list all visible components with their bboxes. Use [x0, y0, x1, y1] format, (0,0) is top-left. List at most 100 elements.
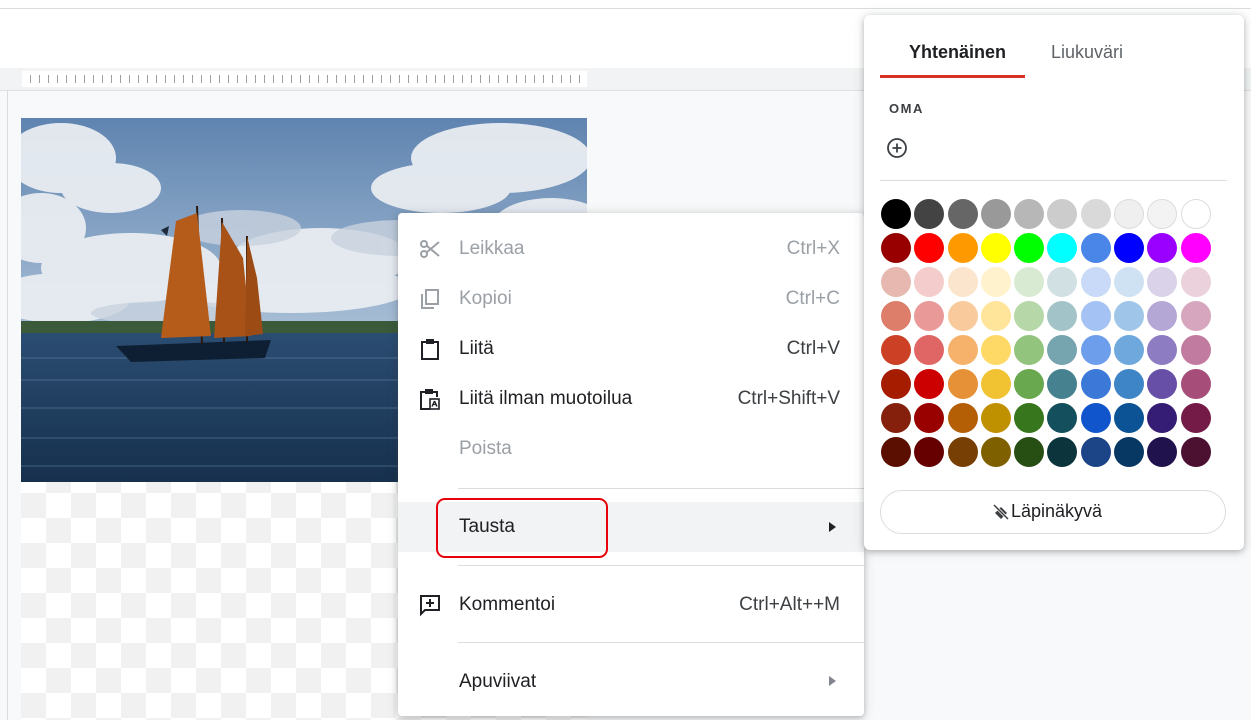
color-swatch[interactable]: [1080, 199, 1111, 229]
color-swatch[interactable]: [914, 233, 945, 263]
color-swatch[interactable]: [914, 301, 945, 331]
color-swatch[interactable]: [1080, 301, 1111, 331]
color-swatch[interactable]: [914, 403, 945, 433]
menu-item-comment[interactable]: Kommentoi Ctrl+Alt++M: [398, 585, 864, 625]
canvas-edge: [7, 91, 8, 720]
menu-item-shortcut: Ctrl+Shift+V: [737, 388, 840, 409]
color-swatch[interactable]: [881, 233, 911, 263]
color-swatch[interactable]: [1014, 199, 1045, 229]
color-swatch[interactable]: [1147, 369, 1178, 399]
color-swatch[interactable]: [1080, 403, 1111, 433]
color-swatch[interactable]: [881, 437, 911, 467]
color-swatch[interactable]: [1014, 233, 1045, 263]
color-swatch[interactable]: [1147, 301, 1178, 331]
color-swatch[interactable]: [1047, 437, 1078, 467]
color-swatch[interactable]: [1080, 369, 1111, 399]
color-swatch[interactable]: [1114, 233, 1145, 263]
color-swatch[interactable]: [1014, 403, 1045, 433]
color-swatch[interactable]: [881, 199, 911, 229]
color-swatch[interactable]: [1147, 233, 1178, 263]
menu-item-label: Poista: [459, 438, 512, 459]
color-swatch[interactable]: [1180, 369, 1211, 399]
color-swatch[interactable]: [980, 233, 1011, 263]
color-swatch[interactable]: [947, 199, 978, 229]
color-swatch[interactable]: [980, 437, 1011, 467]
swatch-row: [881, 233, 1214, 267]
color-swatch[interactable]: [1147, 403, 1178, 433]
color-swatch[interactable]: [881, 369, 911, 399]
color-swatch[interactable]: [1114, 199, 1145, 229]
menu-separator: [458, 642, 864, 643]
color-swatch[interactable]: [1014, 437, 1045, 467]
color-swatch[interactable]: [1014, 267, 1045, 297]
color-swatch[interactable]: [1180, 437, 1211, 467]
color-swatch[interactable]: [1180, 335, 1211, 365]
menu-item-paste-plain[interactable]: Liitä ilman muotoilua Ctrl+Shift+V: [398, 379, 864, 419]
color-swatch[interactable]: [980, 301, 1011, 331]
color-swatch[interactable]: [1014, 301, 1045, 331]
color-swatch[interactable]: [1114, 403, 1145, 433]
color-swatch[interactable]: [1147, 267, 1178, 297]
color-swatch[interactable]: [947, 403, 978, 433]
color-swatch[interactable]: [980, 335, 1011, 365]
transparent-button[interactable]: Läpinäkyvä: [880, 490, 1226, 534]
color-swatch[interactable]: [1180, 403, 1211, 433]
color-swatch[interactable]: [1047, 267, 1078, 297]
color-swatch[interactable]: [881, 403, 911, 433]
color-swatch[interactable]: [980, 369, 1011, 399]
color-swatch[interactable]: [980, 267, 1011, 297]
color-swatch[interactable]: [1080, 335, 1111, 365]
color-swatch[interactable]: [1147, 437, 1178, 467]
color-swatch[interactable]: [1080, 437, 1111, 467]
tab-solid[interactable]: Yhtenäinen: [909, 42, 1006, 63]
color-swatch[interactable]: [1147, 335, 1178, 365]
color-swatch[interactable]: [1114, 369, 1145, 399]
color-swatch[interactable]: [1047, 233, 1078, 263]
color-swatch[interactable]: [914, 267, 945, 297]
color-swatch-grid: [881, 199, 1214, 471]
menu-item-paste[interactable]: Liitä Ctrl+V: [398, 329, 864, 369]
color-swatch[interactable]: [1080, 233, 1111, 263]
color-swatch[interactable]: [1114, 267, 1145, 297]
color-swatch[interactable]: [1047, 335, 1078, 365]
tab-gradient[interactable]: Liukuväri: [1051, 42, 1123, 63]
color-swatch[interactable]: [1180, 267, 1211, 297]
color-swatch[interactable]: [1114, 437, 1145, 467]
color-swatch[interactable]: [1114, 335, 1145, 365]
color-swatch[interactable]: [947, 437, 978, 467]
menu-item-delete[interactable]: Poista: [398, 429, 864, 469]
color-swatch[interactable]: [947, 369, 978, 399]
submenu-arrow-icon: [829, 676, 836, 686]
color-swatch[interactable]: [947, 267, 978, 297]
color-swatch[interactable]: [1180, 233, 1211, 263]
add-custom-color-icon[interactable]: [884, 135, 910, 161]
color-swatch[interactable]: [947, 335, 978, 365]
color-swatch[interactable]: [881, 335, 911, 365]
color-swatch[interactable]: [881, 267, 911, 297]
color-swatch[interactable]: [1047, 301, 1078, 331]
color-swatch[interactable]: [1147, 199, 1178, 229]
color-swatch[interactable]: [914, 199, 945, 229]
color-swatch[interactable]: [1014, 369, 1045, 399]
menu-item-copy[interactable]: Kopioi Ctrl+C: [398, 279, 864, 319]
color-swatch[interactable]: [947, 301, 978, 331]
color-swatch[interactable]: [980, 403, 1011, 433]
menu-item-cut[interactable]: Leikkaa Ctrl+X: [398, 229, 864, 269]
color-swatch[interactable]: [1047, 403, 1078, 433]
color-swatch[interactable]: [1014, 335, 1045, 365]
color-swatch[interactable]: [1114, 301, 1145, 331]
color-swatch[interactable]: [947, 233, 978, 263]
color-swatch[interactable]: [914, 437, 945, 467]
color-swatch[interactable]: [1080, 267, 1111, 297]
color-swatch[interactable]: [914, 335, 945, 365]
color-swatch[interactable]: [914, 369, 945, 399]
color-swatch[interactable]: [1047, 199, 1078, 229]
color-swatch[interactable]: [1180, 301, 1211, 331]
swatch-row: [881, 199, 1214, 233]
color-swatch[interactable]: [1180, 199, 1211, 229]
horizontal-ruler[interactable]: [22, 71, 587, 87]
color-swatch[interactable]: [980, 199, 1011, 229]
color-swatch[interactable]: [1047, 369, 1078, 399]
color-swatch[interactable]: [881, 301, 911, 331]
menu-item-guides[interactable]: Apuviivat: [398, 662, 864, 702]
